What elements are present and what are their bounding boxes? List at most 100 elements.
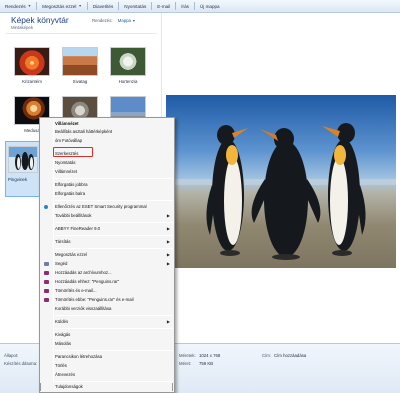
menu-separator [55,178,173,179]
menu-item-eset-scan[interactable]: Ellenőrzés az ESET Smart Security progra… [41,203,174,211]
chevron-down-icon: ▼ [27,4,32,8]
menu-item-label: Elforgatás balra [55,191,86,196]
thumbnail-label: Sivatag [72,79,88,84]
menu-item-compress-to-rar-and-email[interactable]: Tömörítés ebbe: "Penguins.rar" és e-mail [41,296,174,304]
menu-item-rotate-left[interactable]: Elforgatás balra [41,190,174,198]
menu-item-label: Törlés [55,363,67,368]
menu-item-print[interactable]: Nyomtatás [41,159,174,167]
menu-item-preview-2[interactable]: Villámnézet [41,168,174,176]
thumbnail-label: Hortenzia [118,79,138,84]
thumbnail-chrysanthemum[interactable]: Krizantém [10,47,54,84]
title-label: Cím: [262,353,272,358]
menu-item-label: Társítás [55,239,71,244]
menu-item-abbyy[interactable]: ABBYY FineReader 9.0 ▶ [41,225,174,233]
menu-item-label: óm Fotóvállap [55,138,82,143]
menu-item-preview[interactable]: Villámnézet [41,120,174,128]
edit-highlight-box [53,147,93,157]
menu-item-label: ABBYY FineReader 9.0 [55,226,101,231]
menu-item-open-with[interactable]: Társítás ▶ [41,238,174,246]
menu-separator [55,248,173,249]
winrar-icon [44,289,49,293]
menu-item-label: Ellenőrzés az ESET Smart Security progra… [55,204,147,209]
menu-item-photo-gallery[interactable]: óm Fotóvállap [41,137,174,145]
submenu-arrow-icon: ▶ [166,319,170,324]
menu-separator [55,200,173,201]
title-field[interactable]: Cím hozzáadása [274,353,306,358]
toolbar-burn-button[interactable]: Írás [176,0,194,13]
toolbar-email-button[interactable]: E-mail [152,0,175,13]
menu-item-label: További beállítások [55,213,92,218]
menu-item-label: Kivágás [55,332,71,337]
submenu-arrow-icon: ▶ [166,213,170,218]
size-label: Méret: [179,361,192,366]
penguins-mini-graphic [15,152,34,170]
winrar-icon [44,280,49,284]
toolbar-slideshow-button[interactable]: Diavetítés [88,0,118,13]
menu-item-copy[interactable]: Másolás [41,340,174,348]
submenu-arrow-icon: ▶ [166,226,170,231]
menu-separator [55,235,173,236]
dimensions-label: Méretek: [179,353,196,358]
toolbar-organize-label: Rendezés [5,3,26,9]
menu-item-helper[interactable]: Segéd ▶ [41,260,174,268]
menu-item-label: Segéd [55,261,68,266]
menu-item-label: Hozzáadás az archívumhoz... [55,270,112,275]
menu-item-label: Küldés [55,319,69,324]
arrange-by: Rendezés: Mappa ▼ [92,18,136,23]
menu-item-add-to-archive[interactable]: Hozzáadás az archívumhoz... [41,269,174,277]
thumbnail-label: Pingvinek [8,177,28,182]
menu-item-share-with[interactable]: Megosztás ezzel ▶ [41,251,174,259]
thumbnail-desert[interactable]: Sivatag [58,47,102,84]
arrange-by-value: Mappa [117,18,131,23]
menu-item-label: Elforgatás jobbra [55,182,88,187]
menu-item-compress-and-email[interactable]: Tömörítés és e-mail... [41,287,174,295]
menu-separator [55,315,173,316]
size-value: 759 KB [199,361,214,366]
menu-item-label: Villámnézet [55,169,78,174]
menu-item-label: Nyomtatás [55,160,76,165]
toolbar-print-button[interactable]: Nyomtatás [119,0,151,13]
menu-item-properties[interactable]: Tulajdonságok [40,383,173,391]
toolbar-organize-button[interactable]: Rendezés ▼ [0,0,36,13]
submenu-arrow-icon: ▶ [166,239,170,244]
menu-item-label: Tömörítés ebbe: "Penguins.rar" és e-mail [55,297,134,302]
library-title: Képek könyvtár [11,15,69,25]
toolbar-burn-label: Írás [181,3,189,9]
toolbar-share-button[interactable]: Megosztás ezzel ▼ [37,0,87,13]
divider [6,33,157,34]
toolbar-print-label: Nyomtatás [124,3,147,9]
chevron-down-icon: ▼ [132,19,136,23]
menu-separator [55,328,173,329]
menu-item-add-to-penguins-rar[interactable]: Hozzáadás ehhez: "Penguins.rar" [41,278,174,286]
arrange-by-dropdown[interactable]: Mappa ▼ [118,18,136,23]
menu-separator [55,222,173,223]
menu-item-label: Tömörítés és e-mail... [55,288,97,293]
thumbnail-image [8,146,38,173]
toolbar-slideshow-label: Diavetítés [92,3,114,9]
menu-item-more-options[interactable]: További beállítások ▶ [41,212,174,220]
menu-item-restore-previous-versions[interactable]: Korábbi verziók visszaállítása [41,305,174,313]
thumbnail-penguins-selected[interactable]: Pingvinek [5,141,41,197]
winrar-icon [44,298,49,302]
command-toolbar: Rendezés ▼ Megosztás ezzel ▼ Diavetítés … [0,0,400,13]
menu-item-delete[interactable]: Törlés [41,362,174,370]
menu-item-create-shortcut[interactable]: Parancsikon létrehozása [41,353,174,361]
helper-icon [44,262,49,266]
menu-item-set-desktop-background[interactable]: Beállítás asztali háttérképként [41,128,174,136]
menu-item-label: Tulajdonságok [55,384,83,389]
menu-item-rename[interactable]: Átnevezés [41,371,174,379]
menu-item-cut[interactable]: Kivágás [41,331,174,339]
menu-item-send-to[interactable]: Küldés ▶ [41,318,174,326]
thumbnail-image [62,47,98,76]
thumbnail-hydrangeas[interactable]: Hortenzia [106,47,150,84]
menu-item-label: Parancsikon létrehozása [55,354,103,359]
menu-item-label: Másolás [55,341,72,346]
toolbar-email-label: E-mail [157,3,171,9]
menu-item-label: Villámnézet [55,121,79,126]
dimensions-value: 1024 x 768 [199,353,221,358]
menu-item-label: Átnevezés [55,372,76,377]
date-taken-label: Készítés dátuma: [4,361,38,366]
toolbar-new-folder-button[interactable]: Új mappa [195,0,225,13]
menu-item-rotate-right[interactable]: Elforgatás jobbra [41,181,174,189]
menu-item-label: Hozzáadás ehhez: "Penguins.rar" [55,279,120,284]
